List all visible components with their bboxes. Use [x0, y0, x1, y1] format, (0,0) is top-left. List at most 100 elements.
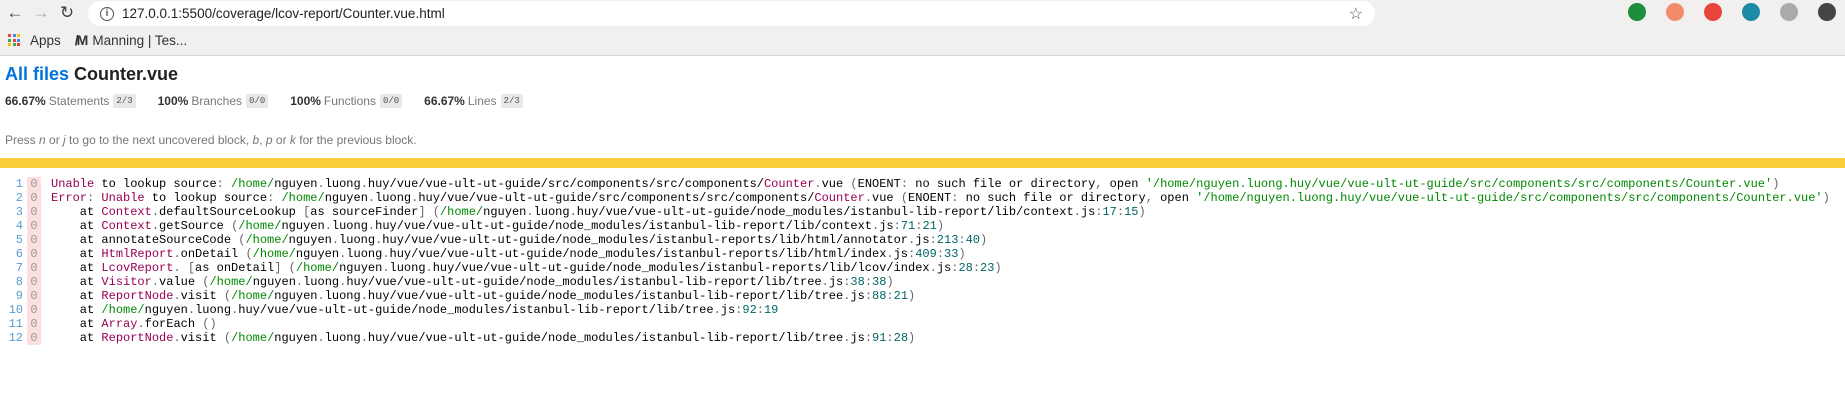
line-hit-count: 0 [27, 177, 41, 191]
code-line: 90 at ReportNode.visit (/home/nguyen.luo… [0, 289, 1830, 303]
line-number[interactable]: 9 [0, 289, 26, 303]
help-text: Press n or j to go to the next uncovered… [5, 133, 1840, 147]
stat-fraction: 0/0 [379, 94, 403, 108]
line-number[interactable]: 8 [0, 275, 26, 289]
line-hit-count: 0 [27, 317, 41, 331]
line-source-wrap: at Array.forEach () at Array.forEach () [51, 317, 217, 331]
code-line: 40 at Context.getSource (/home/nguyen.lu… [0, 219, 1830, 233]
line-number[interactable]: 10 [0, 303, 26, 317]
code-line: 60 at HtmlReport.onDetail (/home/nguyen.… [0, 247, 1830, 261]
line-source: at HtmlReport.onDetail (/home/nguyen.luo… [51, 247, 966, 261]
line-number[interactable]: 1 [0, 177, 26, 191]
line-number[interactable]: 12 [0, 331, 26, 345]
code-line: 10 0 at /home/nguyen.luong.huy/vue/vue-ul… [0, 303, 1830, 317]
file-name: Counter.vue [74, 64, 179, 84]
address-bar[interactable]: i 127.0.0.1:5500/coverage/lcov-report/Co… [88, 1, 1375, 26]
line-source-wrap: Unable to lookup source: /home/nguyen.lu… [51, 177, 1780, 191]
help-segment: Press [5, 133, 40, 147]
line-source-wrap: at ReportNode.visit (/home/nguyen.luong.… [51, 289, 916, 303]
orange-extension-icon[interactable] [1666, 3, 1684, 21]
line-source: at Visitor.value (/home/nguyen.luong.huy… [51, 275, 894, 289]
line-number[interactable]: 11 [0, 317, 26, 331]
bookmarks-bar: Apps /M Manning | Tes... [0, 25, 1845, 56]
line-hit-count: 0 [27, 289, 41, 303]
all-files-link[interactable]: All files [5, 64, 69, 84]
bookmark-label: Manning | Tes... [92, 32, 188, 48]
url-text[interactable]: 127.0.0.1:5500/coverage/lcov-report/Coun… [122, 6, 445, 21]
line-source-wrap: at Context.defaultSourceLookup [as sourc… [51, 205, 1146, 219]
source-code: 1 0 Unable to lookup source: /home/nguyen.… [0, 177, 1830, 345]
n-extension-icon[interactable] [1742, 3, 1760, 21]
back-button[interactable]: ← [4, 3, 26, 23]
line-source: Unable to lookup source: /home/nguyen.lu… [51, 177, 1780, 191]
info-icon[interactable]: i [100, 6, 114, 21]
help-segment: or [45, 133, 64, 147]
bookmark-label: Apps [30, 32, 61, 48]
red-extension-icon[interactable] [1704, 3, 1722, 21]
line-source-wrap: at annotateSourceCode (/home/nguyen.luon… [51, 233, 988, 247]
forward-button[interactable]: → [30, 3, 52, 23]
browser-toolbar: ← → ↻ i 127.0.0.1:5500/coverage/lcov-rep… [0, 0, 1845, 26]
manning-logo-icon: /M [74, 32, 88, 48]
code-line: 50 at annotateSourceCode (/home/nguyen.l… [0, 233, 1830, 247]
stat-lines: 66.67% Lines 2/3 [424, 94, 523, 108]
line-source-wrap: at /home/nguyen.luong.huy/vue/vue-ult-ut… [51, 303, 779, 317]
coverage-status-bar [0, 158, 1845, 168]
help-segment: to go to the next uncovered block, [65, 133, 253, 147]
bookmark-star-icon[interactable]: ☆ [1349, 4, 1363, 24]
stat-functions: 100% Functions 0/0 [290, 94, 403, 108]
green-extension-icon[interactable] [1628, 3, 1646, 21]
line-source: at Context.defaultSourceLookup [as sourc… [51, 205, 1146, 219]
line-number[interactable]: 3 [0, 205, 26, 219]
reload-button[interactable]: ↻ [56, 3, 78, 23]
help-segment: or [272, 133, 290, 147]
bookmark-apps[interactable]: Apps [8, 33, 61, 48]
code-line: 1 0 Unable to lookup source: /home/nguyen.… [0, 177, 1830, 191]
help-segment: , [259, 133, 266, 147]
line-number[interactable]: 7 [0, 261, 26, 275]
stat-label: Functions [323, 94, 376, 108]
line-number[interactable]: 4 [0, 219, 26, 233]
line-source-wrap: at ReportNode.visit (/home/nguyen.luong.… [51, 331, 916, 345]
vue-devtools-icon[interactable] [1780, 3, 1798, 21]
line-source-wrap: at LcovReport. [as onDetail] (/home/nguy… [51, 261, 1002, 275]
stat-fraction: 0/0 [246, 94, 269, 108]
line-source: at ReportNode.visit (/home/nguyen.luong.… [51, 331, 916, 345]
key-hint: p [265, 133, 273, 147]
stat-label: Statements [48, 94, 110, 108]
line-number[interactable]: 2 [0, 191, 26, 205]
stat-percent: 100% [157, 94, 189, 108]
stat-branches: 100% Branches 0/0 [158, 94, 269, 108]
line-source: at Array.forEach () [51, 317, 217, 331]
code-line: 12 0 at ReportNode.visit (/home/nguyen.lu… [0, 331, 1830, 345]
stat-percent: 100% [290, 94, 321, 108]
stat-fraction: 2/3 [113, 94, 136, 108]
line-source-wrap: Error: Unable to lookup source: /home/ng… [51, 191, 1830, 205]
code-line: 30 at Context.defaultSourceLookup [as so… [0, 205, 1830, 219]
line-hit-count: 0 [27, 261, 41, 275]
line-number[interactable]: 5 [0, 233, 26, 247]
extensions-area [1628, 3, 1845, 21]
line-number[interactable]: 6 [0, 247, 26, 261]
stat-percent: 66.67% [5, 94, 46, 108]
line-source-wrap: at HtmlReport.onDetail (/home/nguyen.luo… [51, 247, 966, 261]
bookmark-manning[interactable]: /M Manning | Tes... [75, 32, 187, 48]
line-hit-count: 0 [27, 331, 41, 345]
line-hit-count: 0 [27, 303, 41, 317]
stat-statements: 66.67% Statements 2/3 [5, 94, 136, 108]
line-hit-count: 0 [27, 191, 41, 205]
puzzle-icon[interactable] [1818, 3, 1836, 21]
stat-label: Branches [191, 94, 243, 108]
line-hit-count: 0 [27, 219, 41, 233]
line-source-wrap: at Visitor.value (/home/nguyen.luong.huy… [51, 275, 894, 289]
line-hit-count: 0 [27, 275, 41, 289]
line-source-wrap: at Context.getSource (/home/nguyen.luong… [51, 219, 945, 233]
code-line: 70 at LcovReport. [as onDetail] (/home/n… [0, 261, 1830, 275]
line-hit-count: 0 [27, 247, 41, 261]
page-title: All files Counter.vue [5, 64, 1840, 85]
code-line: 11 0 at Array.forEach () at Array.forEach… [0, 317, 1830, 331]
stat-percent: 66.67% [424, 94, 465, 108]
coverage-stats: 66.67% Statements 2/3 100% Branches 0/0 100% Fu… [5, 94, 1840, 108]
line-source: at Context.getSource (/home/nguyen.luong… [51, 219, 944, 233]
line-source: at LcovReport. [as onDetail] (/home/nguy… [51, 261, 1002, 275]
